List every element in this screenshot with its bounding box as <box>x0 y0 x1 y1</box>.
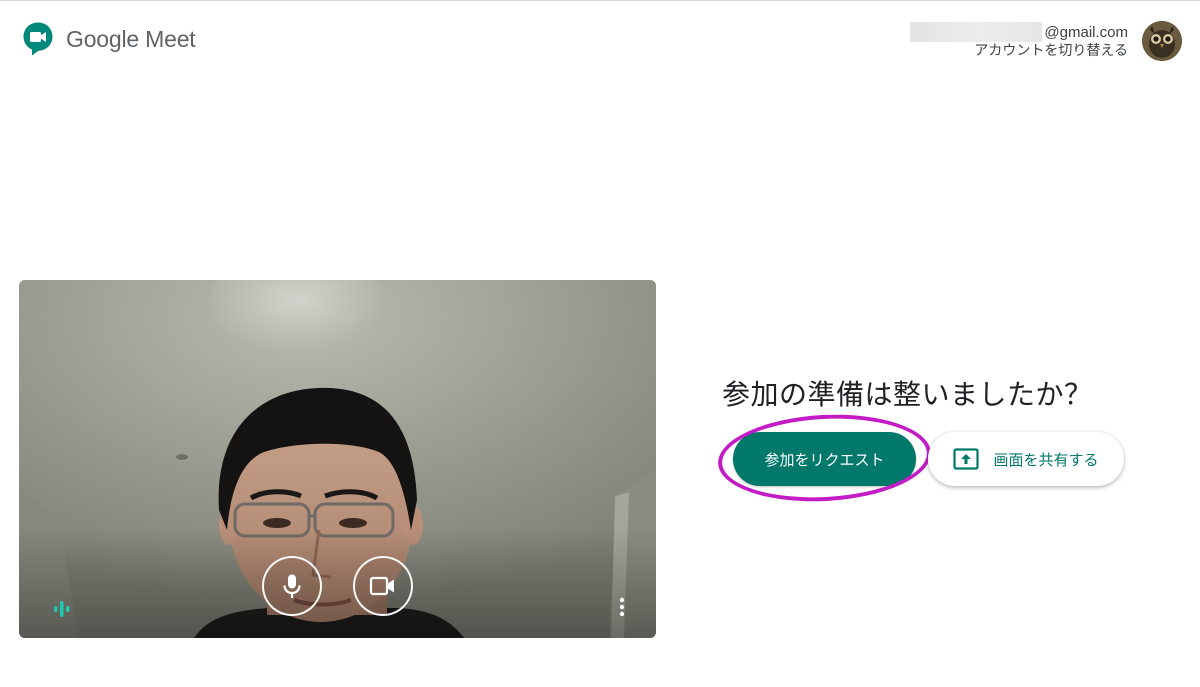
switch-account-link[interactable]: アカウントを切り替える <box>910 43 1128 59</box>
more-options-button[interactable] <box>610 594 634 620</box>
google-meet-logo[interactable]: Google Meet <box>22 21 196 57</box>
redacted-email-block <box>910 22 1043 42</box>
account-info: @gmail.com アカウントを切り替える <box>910 21 1128 59</box>
avatar-image <box>1142 21 1182 61</box>
present-screen-label: 画面を共有する <box>993 450 1099 469</box>
camera-toggle-button[interactable] <box>353 556 413 616</box>
avatar[interactable] <box>1142 21 1182 61</box>
audio-level-icon <box>51 598 73 620</box>
mic-icon <box>283 574 301 598</box>
video-preview <box>19 280 656 638</box>
account-email: @gmail.com <box>1044 23 1128 41</box>
present-screen-icon <box>953 448 980 470</box>
more-vert-icon <box>619 597 625 617</box>
logo-text: Google Meet <box>66 26 196 52</box>
ready-to-join-title: 参加の準備は整いましたか？ <box>722 378 1093 411</box>
video-camera-icon <box>369 576 394 596</box>
request-to-join-button[interactable]: 参加をリクエスト <box>733 432 916 486</box>
meet-logo-icon <box>23 22 53 56</box>
meet-prejoin-page: Google Meet @gmail.com アカウントを切り替える 参加の準備… <box>0 0 1200 687</box>
preview-bottom-shade <box>19 528 656 638</box>
account-email-row: @gmail.com <box>910 21 1128 43</box>
present-screen-button[interactable]: 画面を共有する <box>928 432 1124 486</box>
microphone-toggle-button[interactable] <box>262 556 322 616</box>
